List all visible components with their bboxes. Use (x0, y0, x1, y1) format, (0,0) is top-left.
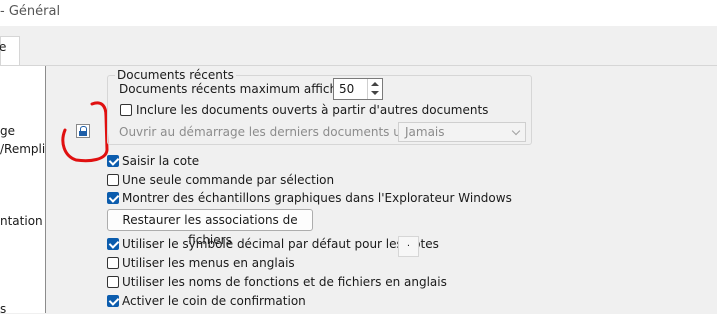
restore-associations-button[interactable]: Restaurer les associations de fichiers (107, 209, 313, 247)
option-checkbox[interactable] (107, 192, 119, 204)
decimal-symbol-field[interactable]: . (398, 236, 419, 257)
max-recent-spinner[interactable]: 50 (333, 78, 383, 100)
option-label: Utiliser les noms de fonctions et de fic… (122, 275, 447, 289)
option-label: Une seule commande par sélection (122, 173, 335, 187)
open-at-start-value: Jamais (405, 125, 445, 139)
spinner-arrows[interactable] (367, 79, 382, 99)
max-recent-label: Documents récents maximum affichés : (119, 82, 359, 96)
option-checkbox[interactable] (107, 295, 119, 307)
open-at-start-select[interactable]: Jamais (398, 122, 526, 142)
max-recent-value: 50 (339, 82, 355, 96)
spin-down-icon[interactable] (371, 91, 379, 95)
option-label: Utiliser le symbole décimal par défaut p… (122, 237, 439, 251)
spin-up-icon[interactable] (371, 82, 379, 86)
open-at-start-label: Ouvrir au démarrage les derniers documen… (119, 125, 440, 139)
option-checkbox[interactable] (107, 238, 119, 250)
option-label: Utiliser les menus en anglais (122, 256, 295, 270)
option-label: Montrer des échantillons graphiques dans… (122, 191, 512, 205)
include-docs-checkbox[interactable] (120, 104, 132, 116)
option-label: Saisir la cote (122, 154, 200, 168)
option-checkbox[interactable] (107, 276, 119, 288)
option-checkbox[interactable] (107, 257, 119, 269)
include-docs-label: Inclure les documents ouverts à partir d… (136, 103, 489, 117)
chevron-down-icon (511, 126, 521, 136)
option-label: Activer le coin de confirmation (122, 294, 306, 308)
option-checkbox[interactable] (107, 174, 119, 186)
recent-docs-title: Documents récents (115, 68, 236, 82)
option-checkbox[interactable] (107, 155, 119, 167)
